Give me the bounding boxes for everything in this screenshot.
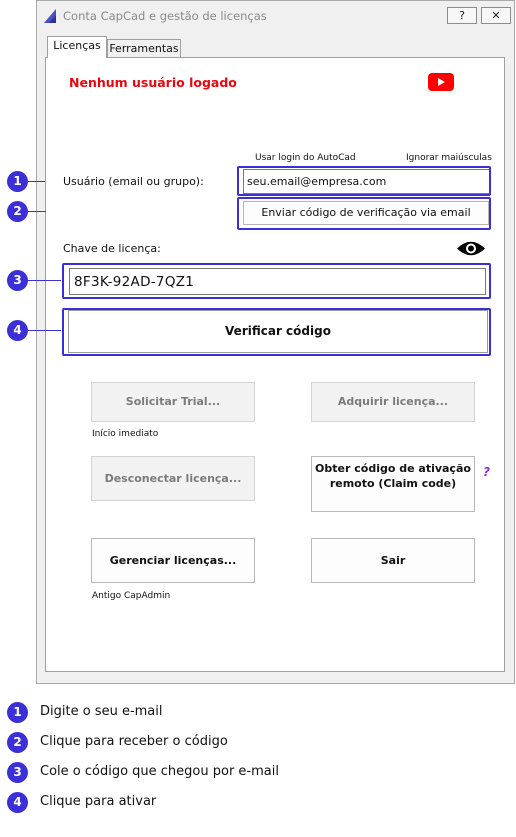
legend-badge: 2 [7, 732, 28, 753]
legend-text: Clique para ativar [40, 794, 157, 809]
exit-button[interactable]: Sair [311, 538, 475, 583]
email-highlight [237, 166, 491, 196]
autocad-login-option[interactable]: Usar login do AutoCad [255, 153, 356, 163]
trial-note: Início imediato [92, 429, 159, 439]
help-button[interactable]: ? [447, 7, 477, 24]
claim-help-icon[interactable]: ? [483, 465, 490, 479]
license-key-label: Chave de licença: [63, 242, 161, 255]
step-badge-1: 1 [7, 171, 28, 192]
manage-licenses-button[interactable]: Gerenciar licenças... [91, 538, 255, 583]
license-key-highlight [62, 263, 491, 299]
eye-icon[interactable] [456, 240, 486, 257]
tab-licencas[interactable]: Licenças [47, 36, 107, 58]
legend-badge: 1 [7, 702, 28, 723]
legend-text: Digite o seu e-mail [40, 704, 163, 719]
capadmin-note: Antigo CapAdmin [92, 591, 171, 601]
send-code-highlight [237, 197, 491, 230]
legend-badge: 3 [7, 762, 28, 783]
youtube-icon[interactable] [428, 73, 454, 91]
legend-text: Clique para receber o código [40, 734, 228, 749]
user-label: Usuário (email ou grupo): [63, 175, 204, 188]
step-badge-2: 2 [7, 201, 28, 222]
request-trial-button[interactable]: Solicitar Trial... [91, 382, 255, 422]
connector-line [28, 181, 45, 182]
step-badge-3: 3 [7, 270, 28, 291]
legend-text: Cole o código que chegou por e-mail [40, 764, 279, 779]
connector-line [28, 330, 61, 331]
capcad-logo-icon [44, 9, 56, 23]
title-bar: Conta CapCad e gestão de licenças ? ✕ [37, 1, 514, 31]
legend-badge: 4 [7, 792, 28, 813]
window-title: Conta CapCad e gestão de licenças [63, 9, 267, 23]
claim-code-button[interactable]: Obter código de ativação remoto (Claim c… [311, 456, 475, 512]
login-status: Nenhum usuário logado [69, 75, 237, 90]
disconnect-license-button[interactable]: Desconectar licença... [91, 456, 255, 501]
buy-license-button[interactable]: Adquirir licença... [311, 382, 475, 422]
ignore-case-option[interactable]: Ignorar maiúsculas [406, 153, 492, 163]
connector-line [28, 280, 61, 281]
verify-highlight [62, 308, 491, 356]
connector-line [28, 211, 46, 212]
licenses-panel: Nenhum usuário logado Usar login do Auto… [45, 57, 505, 672]
step-badge-4: 4 [7, 320, 28, 341]
tab-ferramentas[interactable]: Ferramentas [107, 39, 181, 58]
close-button[interactable]: ✕ [481, 7, 511, 24]
